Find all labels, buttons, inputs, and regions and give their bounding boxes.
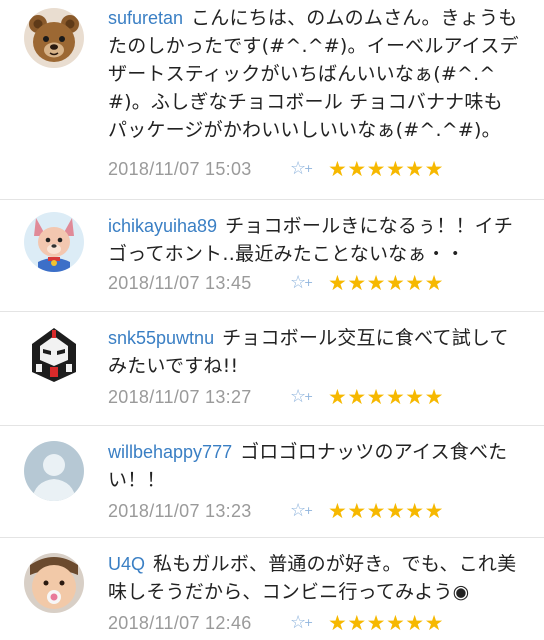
pink-dog-avatar-icon[interactable] [24,212,84,272]
default-person-avatar-icon[interactable] [24,441,84,501]
add-favorite-icon[interactable]: ☆ + [290,271,316,295]
plus-icon: + [304,276,314,289]
plus-icon: + [304,504,314,517]
plus-icon: + [304,162,314,175]
rating-stars: ★★★★★★ [328,385,444,409]
add-favorite-icon[interactable]: ☆ + [290,385,316,409]
comment-text-block: ichikayuiha89 チョコボールきになるぅ！！イチゴってホント‥最近みたこ… [108,212,520,268]
comment-meta: 2018/11/07 13:27 ☆ + ★★★★★★ [108,382,520,412]
plus-icon: + [304,390,314,403]
add-favorite-icon[interactable]: ☆ + [290,499,316,523]
rating-stars: ★★★★★★ [328,271,444,295]
comment-text-block: sufuretan こんにちは、のムのムさん。きょうもたのしかったです(#^.^#… [108,4,520,144]
add-favorite-icon[interactable]: ☆ + [290,157,316,181]
comment-item: snk55puwtnu チョコボール交互に食べて試してみたいですね!! 2018/… [0,312,544,425]
timestamp: 2018/11/07 13:23 [108,501,252,521]
comment-item: sufuretan こんにちは、のムのムさん。きょうもたのしかったです(#^.^#… [0,0,544,200]
robot-head-avatar-icon[interactable] [24,324,84,384]
rating-stars: ★★★★★★ [328,611,444,635]
comment-body: 私もガルボ、普通のが好き。でも、これ美味しそうだから、コンビニ行ってみよう◉ [108,553,517,603]
timestamp: 2018/11/07 12:46 [108,613,252,633]
plus-icon: + [304,616,314,629]
comment-text-block: U4Q 私もガルボ、普通のが好き。でも、これ美味しそうだから、コンビニ行ってみよう… [108,550,520,606]
comment-item: willbehappy777 ゴロゴロナッツのアイス食べたい！！ 2018/11/… [0,426,544,537]
username-link[interactable]: sufuretan [108,8,183,28]
timestamp: 2018/11/07 13:27 [108,387,252,407]
baby-photo-avatar-icon[interactable] [24,553,84,613]
add-favorite-icon[interactable]: ☆ + [290,611,316,635]
rating-stars: ★★★★★★ [328,499,444,523]
comment-meta: 2018/11/07 12:46 ☆ + ★★★★★★ [108,608,520,638]
rating-stars: ★★★★★★ [328,157,444,181]
comment-text-block: snk55puwtnu チョコボール交互に食べて試してみたいですね!! [108,324,520,380]
comment-meta: 2018/11/07 13:23 ☆ + ★★★★★★ [108,496,520,526]
comment-meta: 2018/11/07 13:45 ☆ + ★★★★★★ [108,268,520,298]
comment-meta: 2018/11/07 15:03 ☆ + ★★★★★★ [108,154,520,184]
timestamp: 2018/11/07 13:45 [108,273,252,293]
teddy-bear-avatar-icon[interactable] [24,8,84,68]
timestamp: 2018/11/07 15:03 [108,159,252,179]
username-link[interactable]: willbehappy777 [108,442,232,462]
username-link[interactable]: ichikayuiha89 [108,216,217,236]
comment-item: U4Q 私もガルボ、普通のが好き。でも、これ美味しそうだから、コンビニ行ってみよう… [0,538,544,640]
comment-item: ichikayuiha89 チョコボールきになるぅ！！イチゴってホント‥最近みたこ… [0,200,544,310]
username-link[interactable]: snk55puwtnu [108,328,214,348]
comment-text-block: willbehappy777 ゴロゴロナッツのアイス食べたい！！ [108,438,520,494]
username-link[interactable]: U4Q [108,554,145,574]
